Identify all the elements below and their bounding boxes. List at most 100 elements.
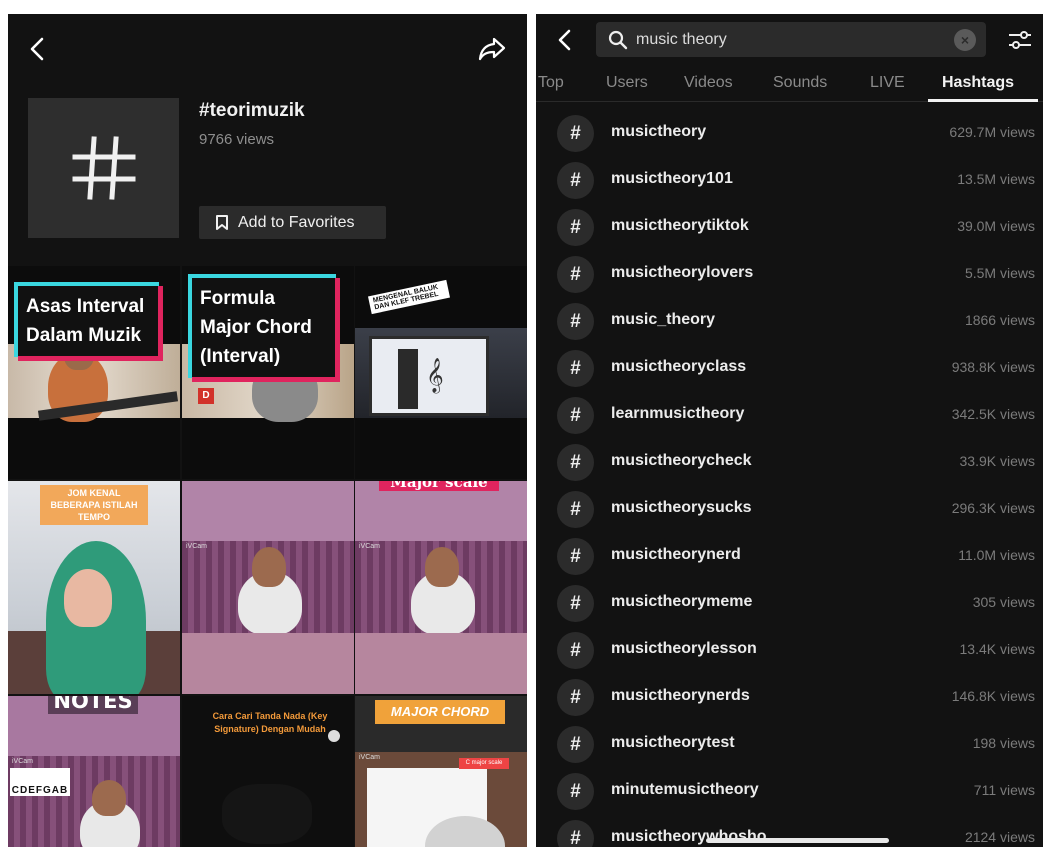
- treble-clef-icon: 𝄞: [426, 359, 444, 392]
- hashtag-name: musictheoryclass: [611, 358, 747, 375]
- tab-top[interactable]: Top: [538, 74, 564, 92]
- hashtag-views: 296.3K views: [951, 500, 1035, 516]
- hashtag-views: 711 views: [973, 782, 1035, 798]
- hashtag-name: musictheorynerds: [611, 687, 750, 704]
- hashtag-result-row[interactable]: # musictheorynerds 146.8K views: [536, 674, 1043, 721]
- video-thumbnail[interactable]: iVCam: [182, 481, 354, 694]
- chevron-left-icon: [558, 29, 571, 51]
- video-frame: [355, 633, 527, 694]
- hashtag-name: musictheorytest: [611, 734, 735, 751]
- video-sticker: MENGENAL BALUK DAN KLEF TREBEL: [368, 279, 450, 315]
- tab-sounds[interactable]: Sounds: [773, 74, 827, 92]
- hashtag-icon: #: [557, 585, 594, 622]
- hashtag-result-row[interactable]: # minutemusictheory 711 views: [536, 768, 1043, 815]
- search-tabs: Top Users Videos Sounds LIVE Hashtags: [536, 66, 1043, 102]
- hashtag-icon: #: [557, 115, 594, 152]
- hashtag-icon: #: [557, 209, 594, 246]
- hashtag-icon: #: [557, 820, 594, 847]
- hashtag-result-row[interactable]: # musictheorymeme 305 views: [536, 580, 1043, 627]
- hashtag-icon: [72, 136, 135, 200]
- hashtag-result-row[interactable]: # musictheory101 13.5M views: [536, 157, 1043, 204]
- clear-search-button[interactable]: ×: [954, 29, 976, 51]
- piano-keys-label: CDEFGAB: [10, 768, 70, 796]
- hashtag-views: 2124 views: [964, 829, 1035, 845]
- hashtag-icon: #: [557, 726, 594, 763]
- hashtag-views: 342.5K views: [951, 406, 1035, 422]
- video-tag: C major scale: [459, 758, 509, 769]
- video-caption: NOTES: [48, 696, 138, 714]
- hashtag-name: learnmusictheory: [611, 405, 745, 422]
- hashtag-views: 13.4K views: [959, 641, 1035, 657]
- hashtag-views: 11.0M views: [958, 547, 1035, 563]
- hashtag-name: musictheorylesson: [611, 640, 757, 657]
- hashtag-name: musictheorytiktok: [611, 217, 749, 234]
- face: [64, 569, 112, 627]
- watermark: iVCam: [359, 543, 381, 550]
- video-thumbnail[interactable]: NOTES iVCam CDEFGAB: [8, 696, 180, 847]
- channel-logo: [328, 730, 340, 742]
- video-thumbnail[interactable]: 𝄞 MENGENAL BALUK DAN KLEF TREBEL: [355, 266, 527, 479]
- watermark: iVCam: [186, 543, 208, 550]
- hashtag-views: 146.8K views: [951, 688, 1035, 704]
- presenter-head: [425, 547, 459, 587]
- hashtag-result-row[interactable]: # musictheorysucks 296.3K views: [536, 486, 1043, 533]
- hashtag-result-row[interactable]: # musictheorylesson 13.4K views: [536, 627, 1043, 674]
- filter-button[interactable]: [1007, 28, 1033, 52]
- hashtag-icon: #: [557, 162, 594, 199]
- video-caption-line: Asas Interval: [26, 296, 145, 317]
- hashtag-name: musictheorylovers: [611, 264, 754, 281]
- tab-live[interactable]: LIVE: [870, 74, 905, 92]
- hashtag-result-row[interactable]: # musictheory 629.7M views: [536, 110, 1043, 157]
- hashtag-result-row[interactable]: # learnmusictheory 342.5K views: [536, 392, 1043, 439]
- hashtag-views: 13.5M views: [957, 171, 1035, 187]
- hashtag-result-row[interactable]: # musictheorytiktok 39.0M views: [536, 204, 1043, 251]
- hashtag-result-row[interactable]: # musictheorylovers 5.5M views: [536, 251, 1043, 298]
- video-thumbnail[interactable]: Cara Cari Tanda Nada (Key Signature) Den…: [182, 696, 354, 847]
- video-thumbnail[interactable]: JOM KENAL BEBERAPA ISTILAH TEMPO: [8, 481, 180, 694]
- share-button[interactable]: [477, 36, 507, 62]
- back-button[interactable]: [554, 28, 576, 52]
- tab-hashtags[interactable]: Hashtags: [942, 74, 1014, 92]
- hashtag-cover-tile: [28, 98, 179, 238]
- back-button[interactable]: [26, 36, 50, 62]
- hashtag-result-row[interactable]: # musictheorytest 198 views: [536, 721, 1043, 768]
- search-input[interactable]: [636, 22, 936, 57]
- add-to-favorites-button[interactable]: Add to Favorites: [199, 206, 386, 239]
- hashtag-icon: #: [557, 773, 594, 810]
- video-caption-box: Formula Major Chord (Interval): [192, 278, 340, 382]
- tab-videos[interactable]: Videos: [684, 74, 733, 92]
- tab-users[interactable]: Users: [606, 74, 648, 92]
- hashtag-title: #teorimuzik: [199, 100, 305, 121]
- video-caption-line: Formula: [200, 288, 275, 309]
- video-thumbnail[interactable]: Formula Major Chord (Interval) D: [182, 266, 354, 479]
- presenter-head: [252, 547, 286, 587]
- hashtag-views: 305 views: [972, 594, 1035, 610]
- hashtag-icon: #: [557, 679, 594, 716]
- video-thumbnail[interactable]: Asas Interval Dalam Muzik: [8, 266, 180, 479]
- hashtag-name: musictheory101: [611, 170, 733, 187]
- bookmark-icon: [216, 215, 228, 230]
- hashtag-icon: #: [557, 397, 594, 434]
- hashtag-page: #teorimuzik 9766 views Add to Favorites …: [8, 14, 527, 847]
- video-caption-line: (Interval): [200, 346, 281, 367]
- hashtag-name: music_theory: [611, 311, 716, 328]
- hashtag-icon: #: [557, 303, 594, 340]
- hashtag-views: 629.7M views: [949, 124, 1035, 140]
- video-caption-line: Major Chord: [200, 317, 312, 338]
- slide-bar: [398, 349, 418, 409]
- hashtag-result-row[interactable]: # musictheoryclass 938.8K views: [536, 345, 1043, 392]
- search-bar: ×: [596, 22, 986, 57]
- search-icon: [608, 30, 628, 50]
- hashtag-view-count: 9766 views: [199, 131, 275, 148]
- laptop-screen: 𝄞: [369, 336, 489, 416]
- hashtag-result-row[interactable]: # musictheorynerd 11.0M views: [536, 533, 1043, 580]
- close-icon: ×: [960, 32, 970, 48]
- hashtag-result-row[interactable]: # music_theory 1866 views: [536, 298, 1043, 345]
- watermark: iVCam: [359, 754, 381, 761]
- hashtag-views: 1866 views: [964, 312, 1035, 328]
- video-thumbnail[interactable]: MAJOR CHORD iVCam C major scale: [355, 696, 527, 847]
- video-thumbnail[interactable]: iVCam Major scale: [355, 481, 527, 694]
- hashtag-result-row[interactable]: # musictheorycheck 33.9K views: [536, 439, 1043, 486]
- sliders-icon: [1009, 31, 1031, 49]
- hashtag-icon: #: [557, 256, 594, 293]
